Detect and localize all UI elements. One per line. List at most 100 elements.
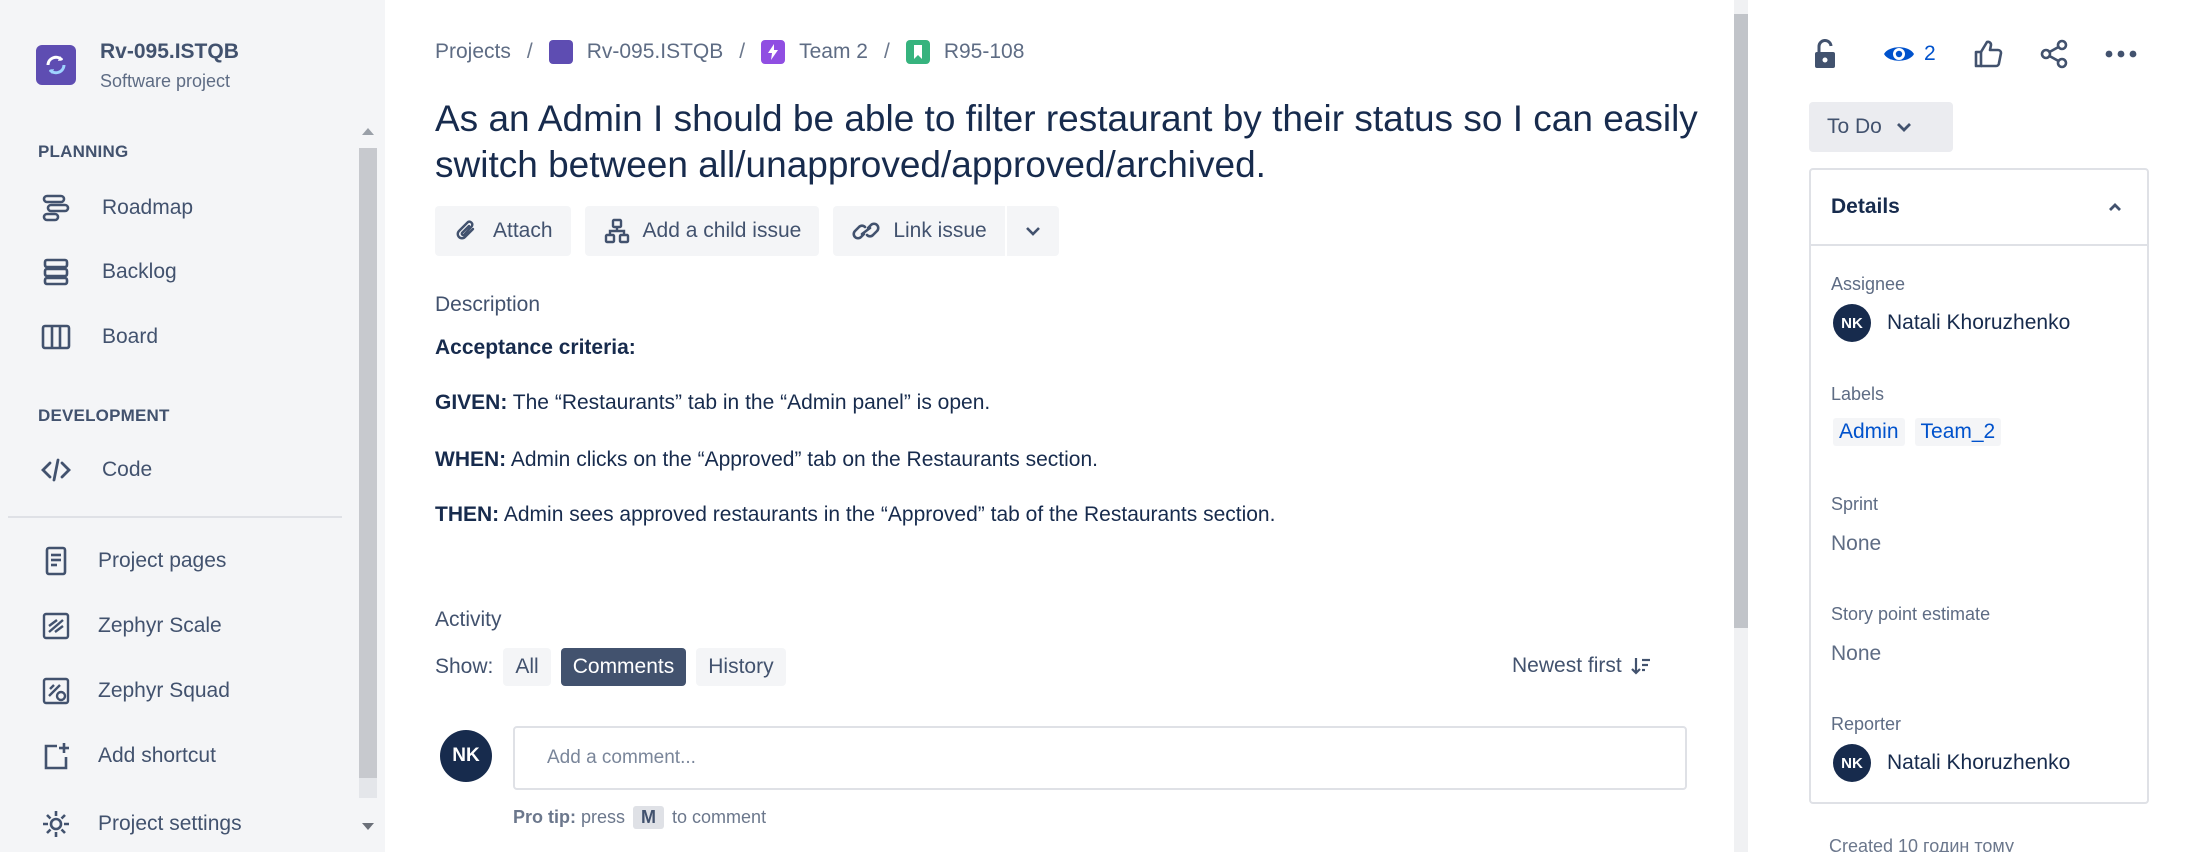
tip-suffix: to comment: [672, 807, 767, 827]
details-header[interactable]: Details: [1811, 170, 2147, 246]
more-button[interactable]: [2104, 32, 2138, 76]
link-issue-label: Link issue: [893, 219, 987, 242]
breadcrumb-projects[interactable]: Projects: [435, 40, 511, 64]
then-text: Admin sees approved restaurants in the “…: [499, 503, 1276, 526]
sidebar-item-label: Zephyr Squad: [98, 679, 230, 702]
sidebar-item-label: Zephyr Scale: [98, 614, 222, 637]
description-heading[interactable]: Acceptance criteria:: [435, 336, 636, 360]
issue-toolbar: Attach Add a child issue Link issue: [435, 206, 1059, 256]
label-tag[interactable]: Team_2: [1914, 418, 2002, 446]
status-dropdown[interactable]: To Do: [1809, 102, 1953, 152]
current-user-avatar: NK: [440, 730, 492, 782]
comment-placeholder: Add a comment...: [547, 747, 696, 768]
zephyr-squad-icon: [36, 671, 76, 711]
sprint-value[interactable]: None: [1831, 532, 1881, 556]
details-title: Details: [1831, 195, 1900, 218]
main-scrollbar[interactable]: [1730, 0, 1752, 852]
epic-icon: [761, 40, 786, 64]
chevron-down-icon: [1025, 227, 1040, 236]
code-icon: [36, 450, 76, 490]
scroll-up-arrow-icon[interactable]: [362, 128, 374, 135]
status-label: To Do: [1827, 115, 1882, 138]
zephyr-scale-icon: [36, 606, 76, 646]
filter-history[interactable]: History: [696, 648, 786, 686]
scroll-thumb[interactable]: [1734, 14, 1748, 628]
sidebar-scrollbar[interactable]: [356, 120, 380, 838]
project-name: Rv-095.ISTQB: [100, 40, 239, 63]
share-button[interactable]: [2038, 32, 2070, 76]
description-when[interactable]: WHEN: Admin clicks on the “Approved” tab…: [435, 448, 1098, 472]
reporter-label: Reporter: [1831, 714, 1902, 734]
watch-count: 2: [1924, 42, 1936, 65]
project-header[interactable]: Rv-095.ISTQB Software project: [36, 38, 239, 94]
project-type: Software project: [100, 71, 231, 91]
add-shortcut-icon: [36, 736, 76, 776]
pro-tip: Pro tip: press Mto comment: [513, 806, 766, 829]
sidebar-item-label: Roadmap: [102, 196, 194, 219]
story-points-value[interactable]: None: [1831, 642, 1881, 666]
breadcrumb-separator: /: [739, 40, 746, 63]
description-label: Description: [435, 293, 541, 316]
attach-button[interactable]: Attach: [435, 206, 571, 256]
description-then[interactable]: THEN: Admin sees approved restaurants in…: [435, 503, 1275, 527]
sidebar-item-project-settings[interactable]: Project settings: [36, 802, 356, 846]
add-child-issue-button[interactable]: Add a child issue: [584, 206, 820, 256]
labels-field[interactable]: Admin Team_2: [1833, 418, 2011, 446]
sidebar-item-label: Project settings: [98, 812, 242, 835]
eye-icon: [1884, 47, 1914, 61]
activity-label: Activity: [435, 608, 502, 631]
breadcrumb-epic[interactable]: Team 2: [761, 40, 868, 64]
sidebar: Rv-095.ISTQB Software project PLANNING R…: [0, 0, 385, 852]
link-icon: [852, 222, 880, 240]
watch-button[interactable]: 2: [1882, 32, 1936, 76]
sidebar-item-zephyr-squad[interactable]: Zephyr Squad: [36, 669, 356, 713]
sidebar-item-backlog[interactable]: Backlog: [36, 250, 356, 294]
chevron-up-icon: [2109, 203, 2121, 211]
filter-all[interactable]: All: [503, 648, 551, 686]
sidebar-item-board[interactable]: Board: [36, 315, 356, 359]
description-given[interactable]: GIVEN: The “Restaurants” tab in the “Adm…: [435, 391, 990, 415]
breadcrumb-project[interactable]: Rv-095.ISTQB: [548, 40, 723, 64]
sidebar-item-project-pages[interactable]: Project pages: [36, 539, 356, 583]
attach-label: Attach: [493, 219, 553, 242]
pages-icon: [36, 541, 76, 581]
assignee-field[interactable]: NK Natali Khoruzhenko: [1833, 304, 2070, 342]
link-issue-button[interactable]: Link issue: [833, 206, 1005, 256]
description-heading-text: Acceptance criteria:: [435, 336, 636, 359]
scroll-down-arrow-icon[interactable]: [362, 823, 374, 830]
show-label: Show:: [435, 655, 494, 678]
vote-button[interactable]: [1972, 32, 2004, 76]
paperclip-icon: [456, 220, 475, 240]
issue-title[interactable]: As an Admin I should be able to filter r…: [435, 96, 1715, 188]
sidebar-item-code[interactable]: Code: [36, 448, 356, 492]
label-tag[interactable]: Admin: [1833, 418, 1905, 446]
sidebar-item-label: Project pages: [98, 549, 227, 572]
sidebar-item-zephyr-scale[interactable]: Zephyr Scale: [36, 604, 356, 648]
issue-side-panel: 2 To Do Details Assignee NK Natali Khoru…: [1752, 0, 2210, 852]
sidebar-item-roadmap[interactable]: Roadmap: [36, 186, 356, 230]
comment-input[interactable]: Add a comment...: [513, 726, 1687, 790]
sidebar-divider: [8, 516, 342, 518]
more-horizontal-icon: [2105, 50, 2137, 58]
more-actions-dropdown[interactable]: [1006, 206, 1059, 256]
sidebar-item-add-shortcut[interactable]: Add shortcut: [36, 734, 356, 778]
issue-actions: 2: [1752, 32, 2192, 76]
details-panel: Details Assignee NK Natali Khoruzhenko L…: [1809, 168, 2149, 804]
filter-comments[interactable]: Comments: [560, 648, 687, 686]
reporter-field[interactable]: NK Natali Khoruzhenko: [1833, 744, 2070, 782]
restrictions-button[interactable]: [1810, 32, 1840, 76]
sidebar-item-label: Backlog: [102, 260, 177, 283]
story-icon: [905, 40, 930, 64]
sort-order-button[interactable]: Newest first: [1512, 654, 1652, 678]
when-text: Admin clicks on the “Approved” tab on th…: [506, 448, 1098, 471]
issue-main: Projects / Rv-095.ISTQB / Team 2 / R95-1…: [385, 0, 1748, 852]
labels-label: Labels: [1831, 384, 1885, 404]
scroll-thumb[interactable]: [359, 148, 377, 778]
reporter-name: Natali Khoruzhenko: [1887, 751, 2071, 774]
project-logo-icon: [36, 45, 76, 85]
breadcrumb-separator: /: [883, 40, 890, 63]
breadcrumb-issue-key[interactable]: R95-108: [905, 40, 1024, 64]
add-child-issue-label: Add a child issue: [642, 219, 802, 242]
roadmap-icon: [36, 188, 76, 228]
when-key: WHEN:: [435, 448, 507, 471]
